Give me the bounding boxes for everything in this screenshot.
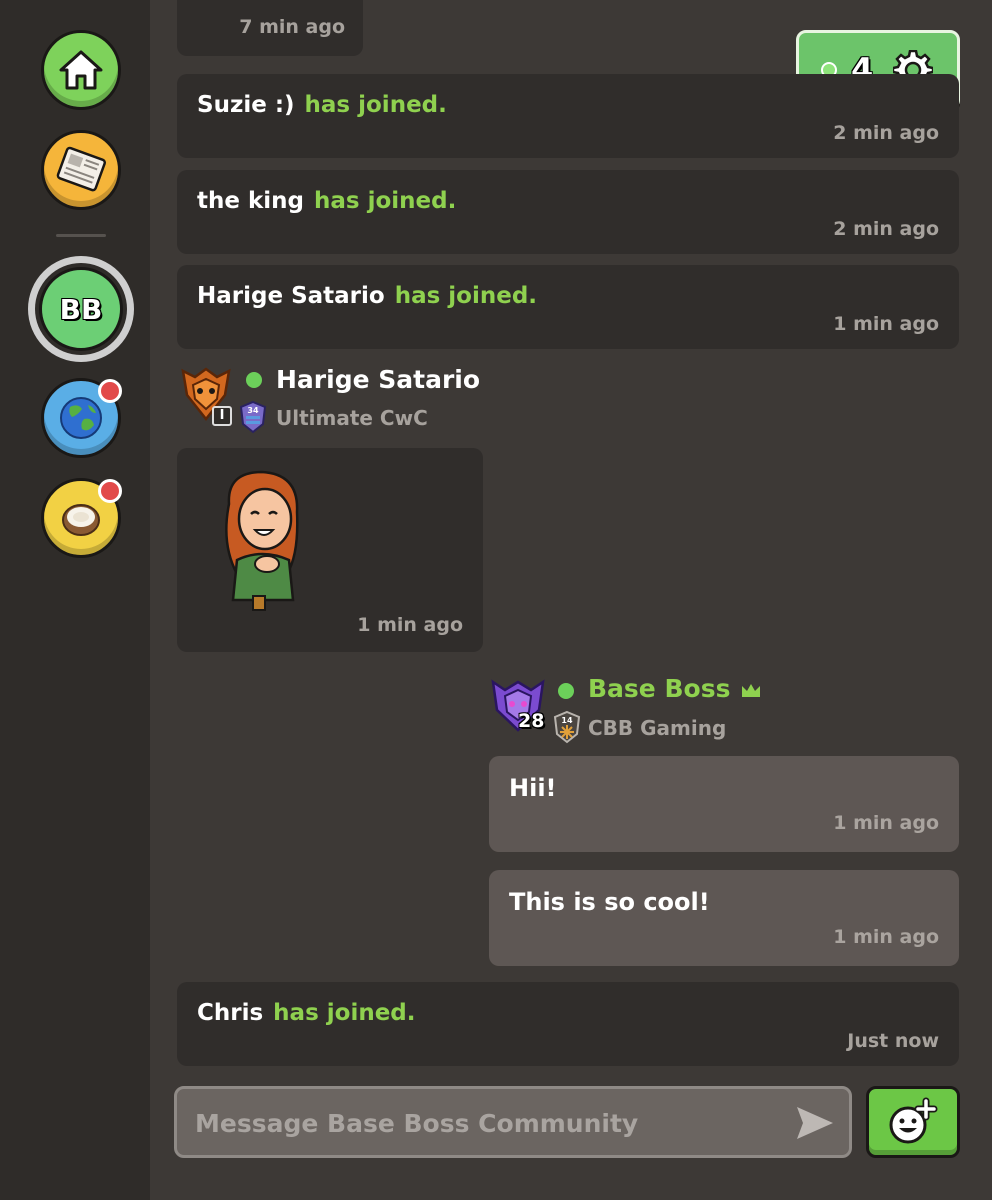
coconut-icon: [62, 504, 100, 536]
notification-badge: [98, 479, 122, 503]
member-name[interactable]: the king: [197, 188, 304, 214]
message-composer: [174, 1086, 852, 1158]
global-chat-button[interactable]: [41, 378, 122, 458]
message-time: 1 min ago: [833, 926, 939, 948]
clan-shield-icon: 34: [239, 400, 267, 434]
message-input[interactable]: [195, 1105, 775, 1141]
event-time: 2 min ago: [833, 218, 939, 240]
clan-name[interactable]: CBB Gaming: [588, 716, 726, 740]
newspaper-icon: [56, 146, 107, 192]
crown-icon: [742, 684, 760, 697]
home-button[interactable]: [41, 30, 121, 110]
join-status: has joined.: [394, 283, 538, 309]
member-name[interactable]: Chris: [197, 1000, 263, 1026]
join-status: has joined.: [314, 188, 457, 214]
sidebar-divider: [56, 234, 106, 237]
event-time: Just now: [847, 1030, 939, 1052]
clan-name[interactable]: Ultimate CwC: [276, 406, 428, 430]
member-name[interactable]: Suzie :): [197, 92, 295, 118]
online-status-dot: [246, 372, 262, 388]
community-bb-button[interactable]: BB: [28, 256, 134, 362]
previous-message-card: 7 min ago: [177, 0, 363, 56]
character-sticker[interactable]: [207, 464, 317, 614]
event-time: 2 min ago: [833, 122, 939, 144]
clan-level: 14: [561, 716, 573, 725]
sticker-message: 1 min ago: [177, 448, 483, 652]
join-event-card: Harige Satario has joined. 1 min ago: [177, 265, 959, 349]
coconut-community-button[interactable]: [41, 478, 122, 558]
send-icon[interactable]: [795, 1105, 835, 1141]
join-status: has joined.: [304, 92, 447, 118]
join-status: has joined.: [273, 1000, 416, 1026]
message-text: This is so cool!: [509, 888, 710, 916]
online-status-dot: [558, 683, 574, 699]
member-name[interactable]: Harige Satario: [197, 283, 385, 309]
player-level: 28: [518, 710, 545, 732]
sender-name[interactable]: Harige Satario: [276, 365, 480, 394]
home-icon: [59, 50, 103, 90]
message-time: 1 min ago: [357, 614, 463, 636]
message-time: 7 min ago: [239, 16, 345, 38]
add-emoji-button[interactable]: [866, 1086, 960, 1158]
emoji-add-icon: [889, 1097, 938, 1144]
globe-icon: [60, 397, 102, 439]
join-event-card: Suzie :) has joined. 2 min ago: [177, 74, 959, 158]
message-time: 1 min ago: [833, 812, 939, 834]
message-bubble[interactable]: Hii! 1 min ago: [489, 756, 959, 852]
clan-shield-icon: 14: [553, 710, 581, 744]
clan-level: 34: [247, 406, 259, 415]
badge-level: I: [212, 406, 232, 426]
community-bb-label: BB: [59, 292, 103, 326]
news-button[interactable]: [41, 130, 121, 210]
notification-badge: [98, 379, 122, 403]
join-event-card: Chris has joined. Just now: [177, 982, 959, 1066]
message-bubble[interactable]: This is so cool! 1 min ago: [489, 870, 959, 966]
event-time: 1 min ago: [833, 313, 939, 335]
sender-name[interactable]: Base Boss: [588, 674, 730, 703]
message-text: Hii!: [509, 774, 557, 802]
sidebar: BB: [0, 0, 150, 1200]
join-event-card: the king has joined. 2 min ago: [177, 170, 959, 254]
